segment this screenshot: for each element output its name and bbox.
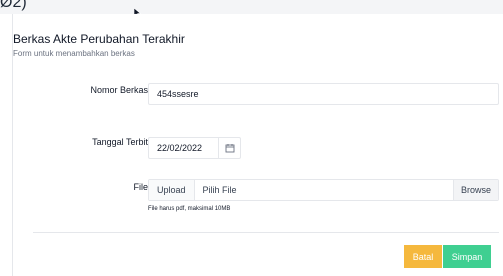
- cancel-button[interactable]: Batal: [404, 245, 442, 268]
- save-button[interactable]: Simpan: [443, 245, 491, 268]
- top-bar: [0, 0, 503, 14]
- file-label: File: [133, 182, 148, 192]
- partial-header-text: Ø2): [0, 0, 27, 11]
- form-divider: [33, 232, 499, 233]
- file-placeholder[interactable]: Pilih File: [195, 185, 453, 195]
- nomor-berkas-label: Nomor Berkas: [90, 85, 148, 95]
- card-subtitle: Form untuk menambahkan berkas: [13, 49, 135, 58]
- card-title: Berkas Akte Perubahan Terakhir: [13, 32, 185, 46]
- file-help-text: File harus pdf, maksimal 10MB: [148, 206, 231, 212]
- file-input[interactable]: Upload Pilih File Browse: [148, 179, 499, 201]
- tanggal-terbit-input[interactable]: 22/02/2022: [148, 137, 241, 159]
- tanggal-terbit-value: 22/02/2022: [157, 143, 203, 153]
- form-card: Berkas Akte Perubahan Terakhir Form untu…: [12, 14, 503, 276]
- file-upload-button[interactable]: Upload: [149, 180, 195, 200]
- tanggal-terbit-label: Tanggal Terbit: [92, 137, 148, 147]
- calendar-icon[interactable]: [218, 138, 240, 158]
- nomor-berkas-input[interactable]: 454ssesre: [148, 83, 499, 105]
- nomor-berkas-value: 454ssesre: [157, 89, 199, 99]
- file-browse-button[interactable]: Browse: [452, 180, 498, 200]
